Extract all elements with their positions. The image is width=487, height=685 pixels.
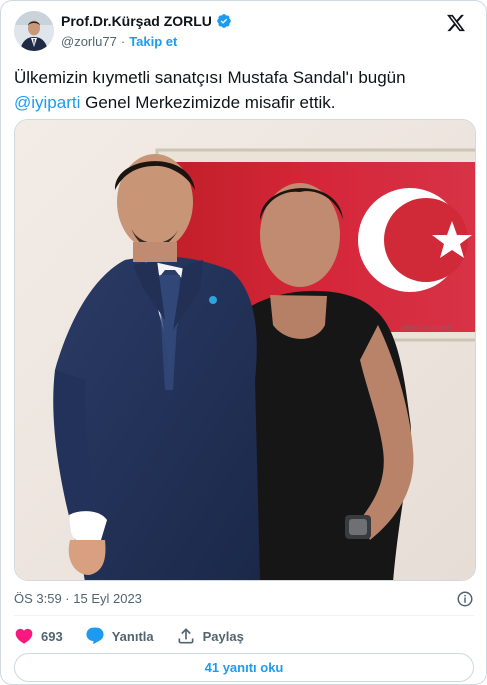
reply-label: Yanıtla <box>111 628 154 644</box>
author-name-row: Prof.Dr.Kürşad ZORLU <box>61 13 232 29</box>
tweet-text-part2: Genel Merkezimizde misafir ettik. <box>80 93 336 112</box>
x-logo-icon[interactable] <box>446 13 466 33</box>
timestamp[interactable]: ÖS 3:59 · 15 Eyl 2023 <box>14 591 142 606</box>
speech-bubble-icon <box>86 627 104 645</box>
tweet-text-part1: Ülkemizin kıymetli sanatçısı Mustafa San… <box>14 68 406 87</box>
like-count: 693 <box>41 628 63 644</box>
mention-link[interactable]: @iyiparti <box>14 93 80 112</box>
share-label: Paylaş <box>202 628 244 644</box>
separator-dot: · <box>120 34 126 49</box>
verified-badge-icon <box>217 14 231 28</box>
author-handle[interactable]: @zorlu77 <box>61 34 117 49</box>
flag-caption: MERAL AKŞENER <box>401 326 452 332</box>
share-button[interactable]: Paylaş <box>176 626 244 646</box>
follow-button[interactable]: Takip et <box>129 34 177 49</box>
timestamp-row: ÖS 3:59 · 15 Eyl 2023 <box>14 591 474 609</box>
tweet-header: Prof.Dr.Kürşad ZORLU @zorlu77 · Takip et <box>14 11 474 55</box>
divider <box>14 615 474 616</box>
like-button[interactable]: 693 <box>14 626 63 646</box>
reply-button[interactable]: Yanıtla <box>85 626 154 646</box>
tweet-card: Prof.Dr.Kürşad ZORLU @zorlu77 · Takip et… <box>0 0 487 685</box>
action-bar: 693 Yanıtla Paylaş <box>14 625 244 647</box>
share-icon <box>178 628 194 644</box>
handle-row: @zorlu77 · Takip et <box>61 34 177 49</box>
read-replies-button[interactable]: 41 yanıtı oku <box>14 653 474 682</box>
tweet-text: Ülkemizin kıymetli sanatçısı Mustafa San… <box>14 65 474 115</box>
info-icon[interactable] <box>456 590 474 608</box>
heart-icon <box>15 628 33 644</box>
photo-illustration: MERAL AKŞENER <box>15 120 475 580</box>
tweet-photo[interactable]: MERAL AKŞENER <box>14 119 476 581</box>
display-name[interactable]: Prof.Dr.Kürşad ZORLU <box>61 13 212 29</box>
avatar[interactable] <box>14 11 54 51</box>
